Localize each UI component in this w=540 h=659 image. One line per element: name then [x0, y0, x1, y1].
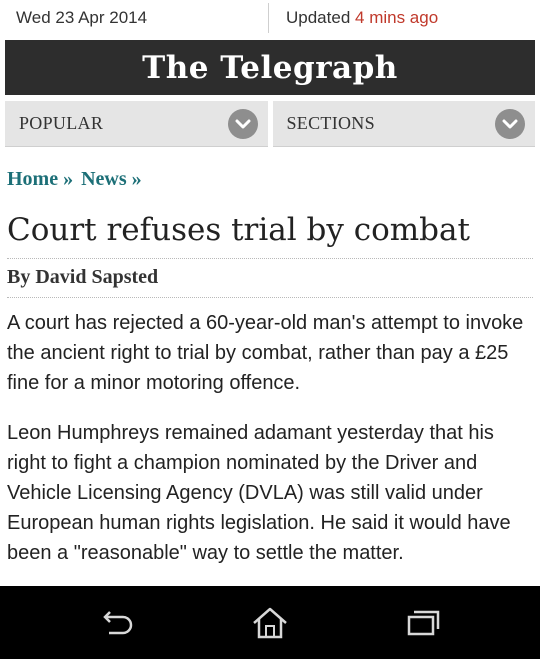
- breadcrumb-home[interactable]: Home »: [7, 168, 73, 191]
- updated-label: Updated: [286, 8, 351, 27]
- sections-dropdown[interactable]: SECTIONS: [272, 101, 535, 147]
- article-paragraph: Leon Humphreys remained adamant yesterda…: [7, 422, 511, 564]
- system-nav-bar: [0, 586, 540, 659]
- date-bar: Wed 23 Apr 2014 Updated 4 mins ago: [0, 0, 540, 36]
- telegraph-logo[interactable]: The Telegraph: [142, 50, 398, 86]
- updated-ago: 4 mins ago: [355, 8, 439, 27]
- article-paragraph: A court has rejected a 60-year-old man's…: [7, 312, 524, 394]
- breadcrumb: Home » News »: [7, 168, 142, 191]
- sections-label: SECTIONS: [286, 113, 375, 133]
- breadcrumb-news[interactable]: News »: [81, 168, 142, 191]
- popular-label: POPULAR: [19, 113, 104, 133]
- popular-dropdown[interactable]: POPULAR: [5, 101, 268, 147]
- recent-apps-icon[interactable]: [393, 601, 453, 645]
- article-headline: Court refuses trial by combat: [7, 212, 470, 248]
- back-icon[interactable]: [87, 601, 147, 645]
- date-label: Wed 23 Apr 2014: [16, 8, 148, 27]
- article-byline: By David Sapsted: [7, 266, 159, 288]
- nav-row: POPULAR SECTIONS: [5, 101, 535, 147]
- divider: [7, 258, 533, 259]
- chevron-down-icon[interactable]: [227, 108, 258, 139]
- home-icon[interactable]: [240, 601, 300, 645]
- chevron-down-icon[interactable]: [495, 108, 525, 139]
- article-page: Wed 23 Apr 2014 Updated 4 mins ago The T…: [0, 0, 540, 659]
- divider: [7, 297, 533, 298]
- masthead[interactable]: The Telegraph: [5, 40, 535, 95]
- article-body: A court has rejected a 60-year-old man's…: [7, 308, 535, 588]
- updated-status: Updated 4 mins ago: [269, 8, 438, 28]
